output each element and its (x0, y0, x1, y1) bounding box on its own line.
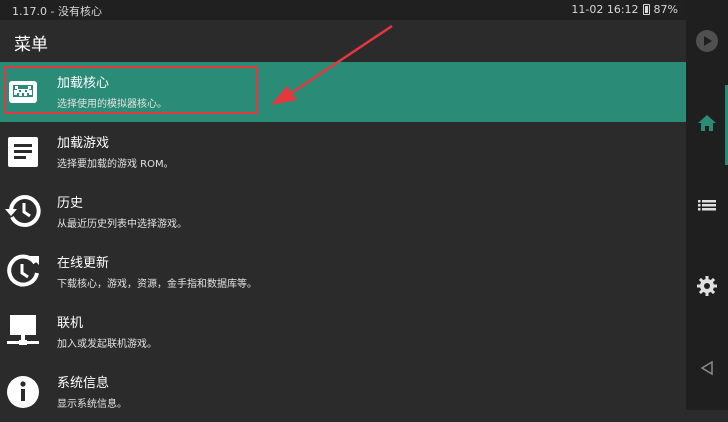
document-list-icon (8, 137, 38, 167)
menu-item-label: 在线更新 (57, 256, 110, 271)
status-right-group: 11-02 16:12 87% (571, 3, 678, 16)
space-invader-icon (9, 81, 37, 103)
home-icon[interactable] (694, 110, 720, 136)
back-triangle-icon[interactable] (694, 355, 720, 381)
play-icon[interactable] (694, 28, 720, 54)
page-title: 菜单 (14, 35, 48, 55)
menu-item-description: 选择使用的模拟器核心。 (57, 99, 167, 110)
menu-item-label: 加载核心 (57, 76, 110, 91)
menu-item-load-core[interactable]: 加载核心 选择使用的模拟器核心。 (0, 62, 686, 122)
status-bar: 1.17.0 - 没有核心 11-02 16:12 87% (0, 0, 686, 20)
menu-item-load-game[interactable]: 加载游戏 选择要加载的游戏 ROM。 (0, 122, 686, 182)
menu-item-label: 系统信息 (57, 376, 110, 391)
header: 菜单 (0, 20, 686, 62)
menu-item-online-updater[interactable]: 在线更新 下载核心，游戏，资源，金手指和数据库等。 (0, 242, 686, 302)
menu-item-label: 联机 (57, 316, 84, 331)
menu-item-label: 历史 (57, 196, 84, 211)
menu-item-description: 下载核心，游戏，资源，金手指和数据库等。 (57, 279, 257, 290)
gear-icon[interactable] (694, 273, 720, 299)
history-icon (5, 195, 41, 227)
side-rail (686, 0, 728, 410)
status-battery: 87% (653, 3, 678, 16)
netplay-icon (7, 315, 39, 345)
menu-item-description: 加入或发起联机游戏。 (57, 339, 157, 350)
main-menu: 加载核心 选择使用的模拟器核心。 加载游戏 选择要加载的游戏 ROM。 历史 从… (0, 62, 686, 410)
menu-item-system-info[interactable]: 系统信息 显示系统信息。 (0, 362, 686, 422)
menu-item-netplay[interactable]: 联机 加入或发起联机游戏。 (0, 302, 686, 362)
menu-item-description: 显示系统信息。 (57, 399, 127, 410)
menu-item-description: 选择要加载的游戏 ROM。 (57, 159, 174, 170)
menu-item-label: 加载游戏 (57, 136, 110, 151)
status-time: 11-02 16:12 (571, 3, 639, 16)
update-icon (7, 254, 39, 287)
battery-icon (642, 4, 650, 15)
menu-item-description: 从最近历史列表中选择游戏。 (57, 219, 187, 230)
info-icon (7, 376, 39, 408)
status-app-version: 1.17.0 - 没有核心 (12, 5, 102, 18)
menu-item-history[interactable]: 历史 从最近历史列表中选择游戏。 (0, 182, 686, 242)
list-icon[interactable] (694, 192, 720, 218)
